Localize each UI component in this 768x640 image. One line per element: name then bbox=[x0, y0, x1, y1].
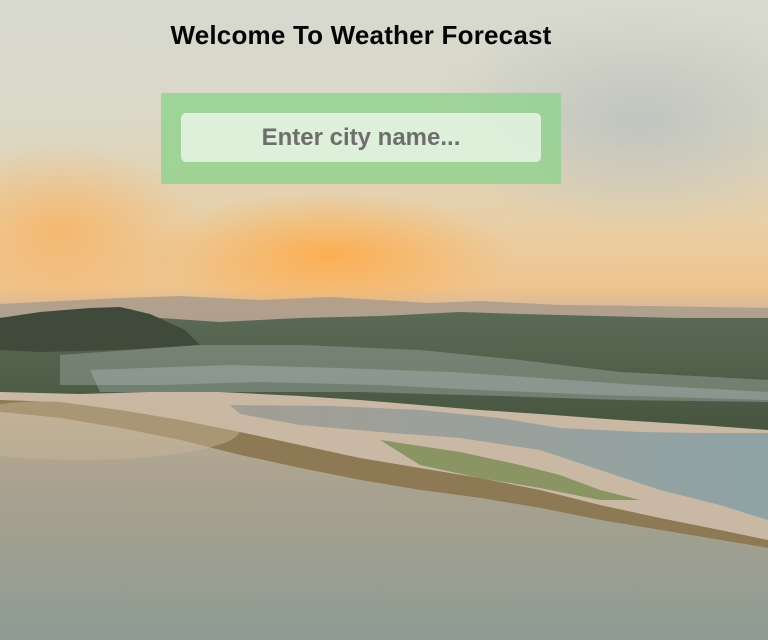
search-container bbox=[161, 93, 561, 184]
city-search-input[interactable] bbox=[181, 113, 541, 162]
page-title: Welcome To Weather Forecast bbox=[170, 20, 552, 50]
